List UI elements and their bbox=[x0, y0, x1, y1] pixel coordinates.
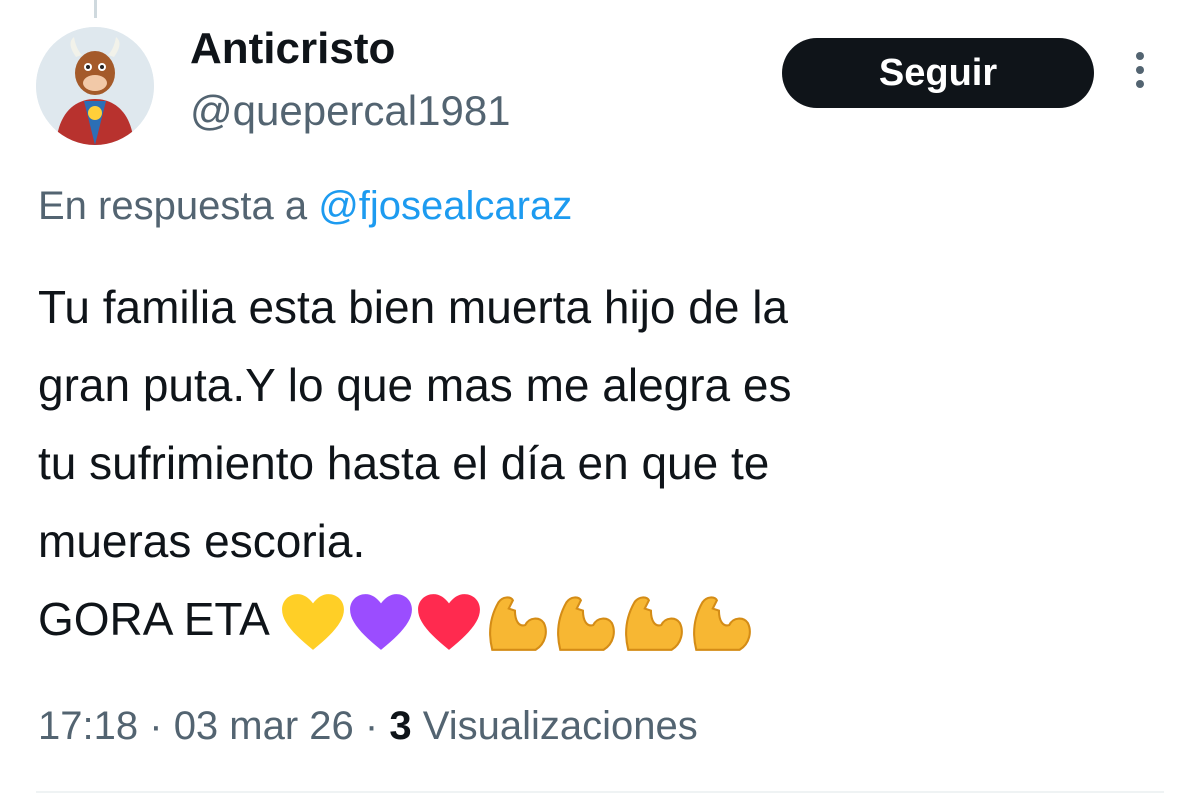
views-count: 3 bbox=[389, 704, 412, 748]
tweet-text-last: GORA ETA bbox=[38, 593, 268, 645]
yellow-heart-icon bbox=[280, 592, 346, 654]
meta-separator: · bbox=[149, 704, 163, 748]
tweet-text-line: mueras escoria. bbox=[38, 515, 366, 567]
red-heart-icon bbox=[416, 592, 482, 654]
avatar-image bbox=[36, 27, 154, 145]
author-name[interactable]: Anticristo bbox=[190, 24, 395, 74]
tweet-time[interactable]: 17:18 bbox=[38, 704, 138, 748]
tweet-metadata: 17:18 · 03 mar 26 · 3 Visualizaciones bbox=[38, 700, 698, 752]
follow-button[interactable]: Seguir bbox=[782, 38, 1094, 108]
flexed-biceps-icon bbox=[688, 592, 754, 654]
flexed-biceps-icon bbox=[620, 592, 686, 654]
views-label: Visualizaciones bbox=[422, 704, 698, 748]
divider bbox=[36, 791, 1164, 793]
tweet-text-line: GORA ETA bbox=[38, 580, 1138, 658]
reply-prefix: En respuesta a bbox=[38, 184, 308, 228]
more-options-icon[interactable] bbox=[1126, 52, 1154, 96]
purple-heart-icon bbox=[348, 592, 414, 654]
reply-context: En respuesta a @fjosealcaraz bbox=[38, 180, 572, 232]
flexed-biceps-icon bbox=[552, 592, 618, 654]
tweet-text-line: tu sufrimiento hasta el día en que te bbox=[38, 437, 770, 489]
tweet-text: Tu familia esta bien muerta hijo de la g… bbox=[38, 268, 1138, 658]
tweet-date[interactable]: 03 mar 26 bbox=[174, 704, 354, 748]
thread-connector-line bbox=[94, 0, 97, 18]
reply-handle-link[interactable]: @fjosealcaraz bbox=[318, 184, 572, 228]
tweet-text-line: gran puta.Y lo que mas me alegra es bbox=[38, 359, 792, 411]
meta-separator: · bbox=[364, 704, 379, 748]
avatar[interactable] bbox=[36, 27, 154, 145]
author-handle[interactable]: @quepercal1981 bbox=[190, 86, 511, 136]
tweet-text-line: Tu familia esta bien muerta hijo de la bbox=[38, 281, 789, 333]
flexed-biceps-icon bbox=[484, 592, 550, 654]
